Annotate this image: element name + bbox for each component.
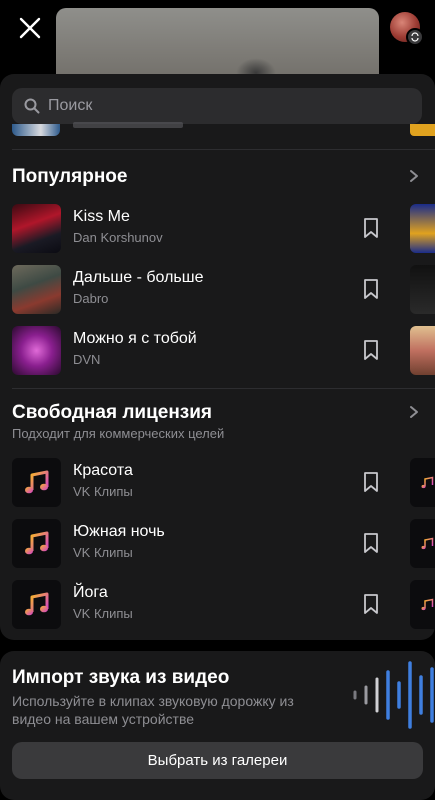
track-cover — [12, 326, 61, 375]
bookmark-icon[interactable] — [360, 339, 382, 361]
close-button[interactable] — [14, 12, 46, 44]
track-artist: VK Клипы — [73, 606, 133, 621]
track-cover — [12, 580, 61, 629]
track-row[interactable]: Дальше - больше Dabro — [0, 259, 435, 319]
bookmark-icon[interactable] — [360, 471, 382, 493]
track-title: Красота — [73, 462, 133, 479]
peek-side-cover — [410, 124, 435, 136]
side-track-cover[interactable] — [410, 580, 435, 629]
chevron-right-icon[interactable] — [407, 405, 421, 419]
side-track-cover[interactable] — [410, 458, 435, 507]
track-title: Южная ночь — [73, 523, 165, 540]
track-artist: Dan Korshunov — [73, 230, 163, 245]
peek-cover — [12, 124, 60, 136]
track-row[interactable]: Йога VK Клипы — [0, 574, 435, 634]
choose-from-gallery-button[interactable]: Выбрать из галереи — [12, 742, 423, 779]
bookmark-icon[interactable] — [360, 278, 382, 300]
switch-camera-icon[interactable] — [406, 28, 424, 46]
track-artist: Dabro — [73, 291, 109, 306]
close-icon — [19, 17, 41, 39]
track-title: Йога — [73, 584, 108, 601]
import-title: Импорт звука из видео — [12, 667, 230, 688]
peek-text — [73, 122, 183, 128]
top-bar — [0, 0, 435, 98]
import-sound-card: Импорт звука из видео Используйте в клип… — [0, 651, 435, 800]
divider — [12, 388, 435, 389]
track-row[interactable]: Южная ночь VK Клипы — [0, 513, 435, 573]
side-track-cover[interactable] — [410, 204, 435, 253]
track-cover — [12, 204, 61, 253]
section-title-popular[interactable]: Популярное — [12, 166, 127, 188]
track-row[interactable]: Красота VK Клипы — [0, 452, 435, 512]
sound-wave-icon — [353, 661, 434, 729]
track-title: Kiss Me — [73, 208, 130, 225]
bookmark-icon[interactable] — [360, 532, 382, 554]
track-artist: VK Клипы — [73, 484, 133, 499]
track-title: Дальше - больше — [73, 269, 204, 286]
music-sheet: Популярное Kiss Me Dan Korshunov Дальше … — [0, 74, 435, 640]
track-title: Можно я с тобой — [73, 330, 197, 347]
chevron-right-icon[interactable] — [407, 169, 421, 183]
section-title-free-license[interactable]: Свободная лицензия — [12, 402, 212, 424]
track-artist: VK Клипы — [73, 545, 133, 560]
bookmark-icon[interactable] — [360, 593, 382, 615]
divider — [12, 149, 435, 150]
music-note-icon — [24, 470, 48, 493]
track-row[interactable]: Kiss Me Dan Korshunov — [0, 198, 435, 258]
bookmark-icon[interactable] — [360, 217, 382, 239]
music-note-icon — [24, 531, 48, 554]
search-bar[interactable] — [12, 88, 422, 124]
track-cover — [12, 519, 61, 568]
previous-row-peek — [0, 122, 435, 144]
side-track-cover[interactable] — [410, 265, 435, 314]
track-cover — [12, 265, 61, 314]
search-icon — [24, 98, 40, 114]
track-cover — [12, 458, 61, 507]
search-input[interactable] — [48, 97, 388, 115]
side-track-cover[interactable] — [410, 326, 435, 375]
import-description: Используйте в клипах звуковую дорожку из… — [12, 693, 294, 727]
section-subtitle: Подходит для коммерческих целей — [12, 426, 225, 441]
music-note-icon — [24, 592, 48, 615]
track-artist: DVN — [73, 352, 101, 367]
track-row[interactable]: Можно я с тобой DVN — [0, 320, 435, 380]
side-track-cover[interactable] — [410, 519, 435, 568]
